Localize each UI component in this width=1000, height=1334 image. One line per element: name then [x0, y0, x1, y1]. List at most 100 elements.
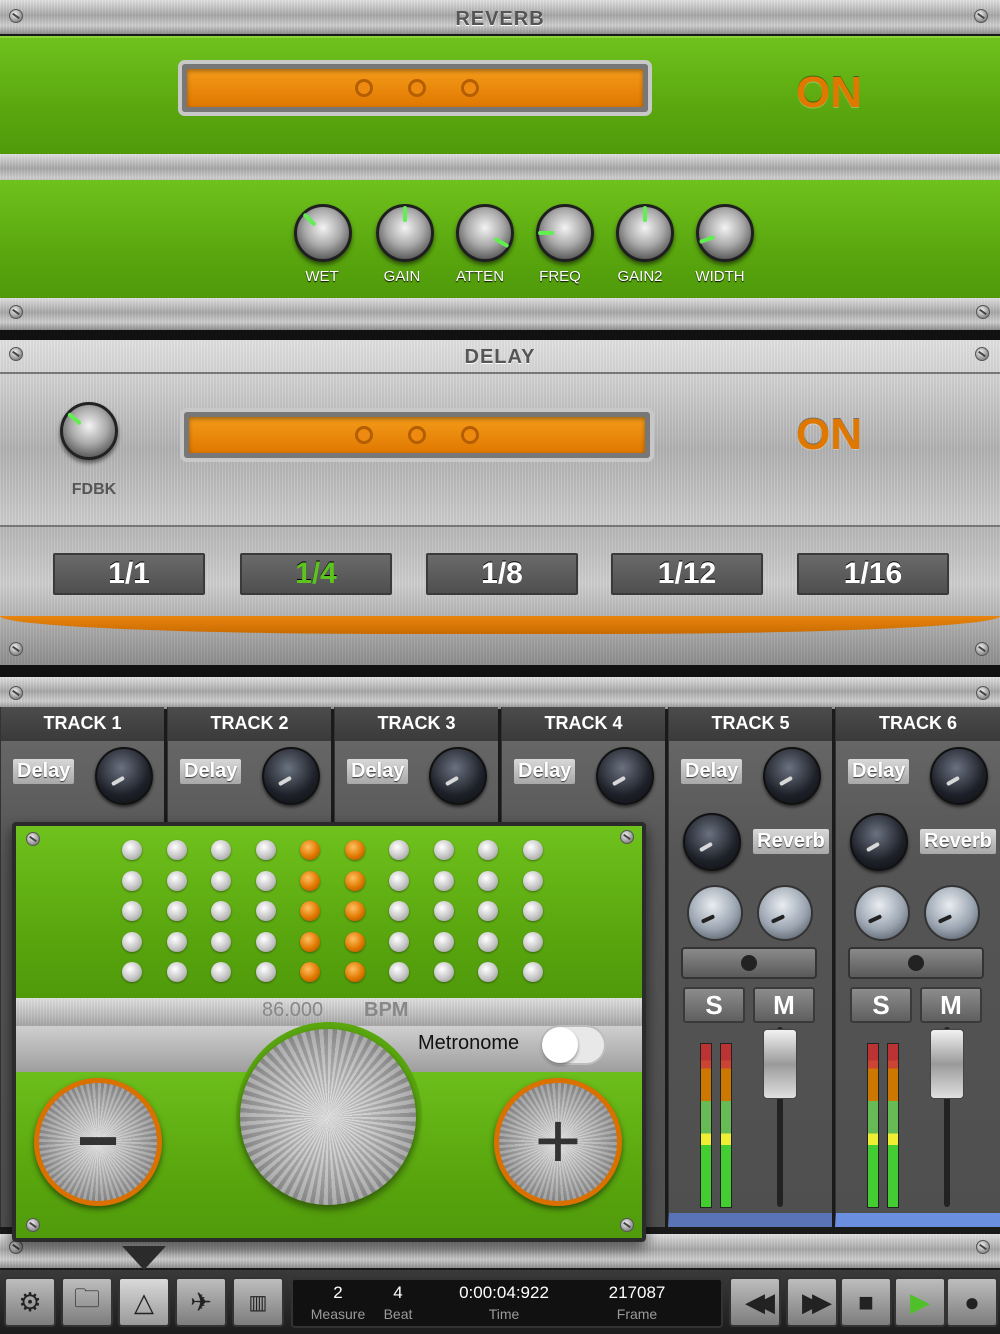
- play-button[interactable]: ▶: [894, 1277, 946, 1327]
- beat-led: [255, 840, 276, 860]
- track-5-solo-button[interactable]: S: [683, 987, 745, 1023]
- beat-led: [300, 870, 320, 891]
- track-5-mute-button[interactable]: M: [753, 987, 815, 1023]
- beat-led: [166, 931, 187, 952]
- beat-label: Beat: [383, 1306, 413, 1322]
- atten-knob[interactable]: [456, 204, 514, 262]
- track-2-name: TRACK 2: [168, 707, 331, 741]
- beat-led: [166, 870, 187, 891]
- rewind-icon: ◀◀: [745, 1286, 775, 1317]
- rewind-button[interactable]: ◀◀: [729, 1277, 781, 1327]
- frame-value: 217087: [608, 1283, 666, 1302]
- track-6-reverb-send[interactable]: Reverb: [920, 829, 996, 854]
- stop-button[interactable]: ■: [840, 1277, 892, 1327]
- gain-knob[interactable]: [376, 204, 434, 262]
- division-1-8-button[interactable]: 1/8: [426, 553, 578, 595]
- wet-knob[interactable]: [294, 204, 352, 262]
- beat-led: [344, 901, 365, 921]
- beat-led: [478, 931, 498, 952]
- track-5-balance-slider[interactable]: [681, 947, 817, 979]
- freq-knob[interactable]: [536, 204, 594, 262]
- beat-led: [344, 931, 365, 952]
- beat-led: [522, 840, 543, 860]
- track-1-delay-knob[interactable]: [95, 747, 153, 805]
- stop-icon: ■: [858, 1286, 874, 1317]
- track-6-solo-button[interactable]: S: [850, 987, 912, 1023]
- fast-forward-button[interactable]: ▶▶: [786, 1277, 838, 1327]
- beat-led: [433, 840, 454, 860]
- track-6-reverb-knob[interactable]: [850, 813, 908, 871]
- screw-icon: [976, 686, 990, 700]
- track-2-delay-knob[interactable]: [262, 747, 320, 805]
- track-6-eq-knob[interactable]: [854, 885, 910, 941]
- tempo-increase-button[interactable]: +: [494, 1078, 622, 1206]
- track-5-fader-handle[interactable]: [763, 1029, 797, 1099]
- airplane-mode-button[interactable]: ✈: [175, 1277, 227, 1327]
- screw-icon: [26, 832, 40, 846]
- measure-label: Measure: [310, 1306, 366, 1322]
- delay-on-toggle[interactable]: ON: [796, 410, 862, 460]
- track-5-eq-knob[interactable]: [687, 885, 743, 941]
- division-1-1-button[interactable]: 1/1: [53, 553, 205, 595]
- track-6-balance-slider[interactable]: [848, 947, 984, 979]
- tempo-decrease-button[interactable]: −: [34, 1078, 162, 1206]
- popup-pointer: [122, 1246, 166, 1270]
- record-button[interactable]: ●: [946, 1277, 998, 1327]
- track-3-delay-knob[interactable]: [429, 747, 487, 805]
- beat-led-grid: [16, 826, 642, 998]
- metronome-popup: 86.000 BPM Metronome − +: [12, 822, 646, 1242]
- screw-icon: [620, 1218, 634, 1232]
- track-6-fader-handle[interactable]: [930, 1029, 964, 1099]
- track-5-reverb-send[interactable]: Reverb: [753, 829, 829, 854]
- track-6-pan-knob[interactable]: [924, 885, 980, 941]
- beat-led: [300, 962, 320, 982]
- track-3-delay-send[interactable]: Delay: [347, 759, 409, 784]
- track-3-name: TRACK 3: [335, 707, 498, 741]
- keyboard-button[interactable]: ▥: [232, 1277, 284, 1327]
- beat-led: [344, 840, 365, 860]
- beat-led: [478, 901, 498, 921]
- fdbk-knob[interactable]: [60, 402, 118, 460]
- beat-led: [478, 840, 498, 860]
- track-6-delay-send[interactable]: Delay: [848, 759, 910, 784]
- division-1-12-button[interactable]: 1/12: [611, 553, 763, 595]
- plus-icon: +: [534, 1096, 582, 1185]
- beat-led: [122, 962, 142, 982]
- track-2-delay-send[interactable]: Delay: [180, 759, 242, 784]
- tempo-dial[interactable]: [240, 1029, 416, 1205]
- track-1-name: TRACK 1: [1, 707, 164, 741]
- track-1-delay-send[interactable]: Delay: [13, 759, 75, 784]
- track-4-delay-knob[interactable]: [596, 747, 654, 805]
- track-6-delay-knob[interactable]: [930, 747, 988, 805]
- division-1-4-button[interactable]: 1/4: [240, 553, 392, 595]
- beat-led: [433, 931, 454, 952]
- track-5-delay-send[interactable]: Delay: [681, 759, 743, 784]
- metronome-button[interactable]: △: [118, 1277, 170, 1327]
- transport-counter: 2 Measure 4 Beat 0:00:04:922 Time 217087 Fra…: [291, 1278, 723, 1328]
- beat-led: [255, 931, 276, 952]
- gain2-knob[interactable]: [616, 204, 674, 262]
- track-4-delay-send[interactable]: Delay: [514, 759, 576, 784]
- track-5-pan-knob[interactable]: [757, 885, 813, 941]
- division-1-16-button[interactable]: 1/16: [797, 553, 949, 595]
- measure-value: 2: [333, 1283, 343, 1302]
- gain2-label: GAIN2: [617, 268, 663, 285]
- reverb-on-toggle[interactable]: ON: [796, 68, 862, 118]
- files-button[interactable]: 🗀: [61, 1277, 113, 1327]
- minus-icon: −: [76, 1101, 120, 1181]
- beat-led: [433, 962, 454, 982]
- reverb-display-panel: ON: [0, 36, 1000, 154]
- track-5-reverb-knob[interactable]: [683, 813, 741, 871]
- track-5-delay-knob[interactable]: [763, 747, 821, 805]
- time-value: 0:00:04:922: [459, 1283, 549, 1302]
- airplane-icon: ✈: [190, 1286, 212, 1317]
- width-knob[interactable]: [696, 204, 754, 262]
- metronome-toggle[interactable]: [540, 1025, 606, 1065]
- screw-icon: [9, 347, 23, 361]
- track-6-mute-button[interactable]: M: [920, 987, 982, 1023]
- beat-led: [522, 870, 543, 891]
- frame-label: Frame: [616, 1306, 658, 1322]
- wet-label: WET: [305, 268, 339, 285]
- settings-button[interactable]: ⚙: [4, 1277, 56, 1327]
- screw-icon: [620, 830, 634, 844]
